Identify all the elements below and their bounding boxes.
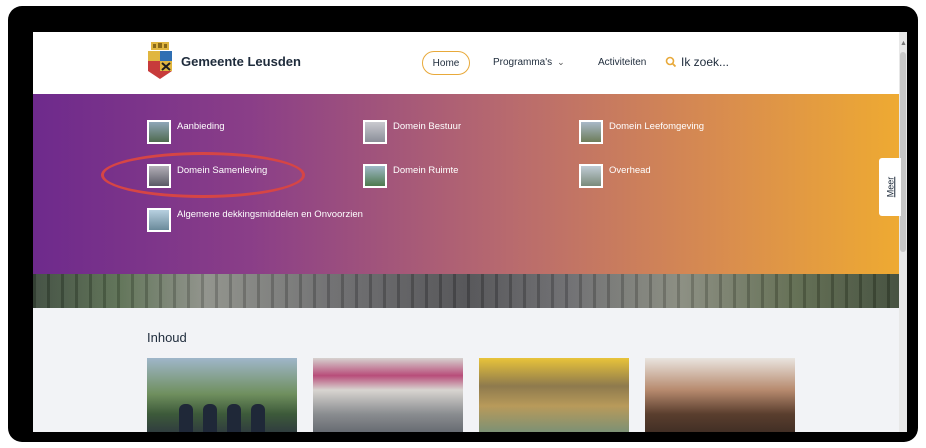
logo-link[interactable]: Gemeente Leusden bbox=[147, 42, 301, 80]
content-card-photo[interactable] bbox=[479, 358, 629, 432]
site-header: Gemeente Leusden Home Programma's ⌄ Activ… bbox=[33, 32, 907, 94]
thumbnail-image bbox=[363, 164, 387, 188]
menu-item-domein-bestuur[interactable]: Domein Bestuur bbox=[363, 120, 461, 144]
menu-item-label: Domein Bestuur bbox=[393, 121, 462, 132]
thumbnail-image bbox=[147, 120, 171, 144]
content-card-photo[interactable] bbox=[313, 358, 463, 432]
browser-viewport: Gemeente Leusden Home Programma's ⌄ Activ… bbox=[33, 32, 907, 432]
nav-programmas-label: Programma's bbox=[493, 57, 553, 68]
hero-photo-strip bbox=[33, 274, 899, 308]
person-figure bbox=[203, 404, 217, 432]
section-heading: Inhoud bbox=[147, 330, 187, 345]
nav-home-button[interactable]: Home bbox=[422, 51, 470, 75]
nav-programmas-menu[interactable]: Programma's ⌄ bbox=[493, 57, 565, 68]
menu-item-label: Overhead bbox=[609, 165, 651, 176]
nav-activiteiten-link[interactable]: Activiteiten bbox=[598, 57, 646, 68]
thumbnail-image bbox=[147, 208, 171, 232]
menu-item-domein-ruimte[interactable]: Domein Ruimte bbox=[363, 164, 458, 188]
coat-of-arms-icon bbox=[148, 42, 172, 79]
search-box[interactable] bbox=[665, 55, 771, 69]
content-card-photo[interactable] bbox=[147, 358, 297, 432]
screenshot-frame: Gemeente Leusden Home Programma's ⌄ Activ… bbox=[8, 6, 918, 442]
highlight-circle-annotation bbox=[101, 152, 305, 198]
meer-label: Meer bbox=[884, 176, 895, 198]
person-figure bbox=[179, 404, 193, 432]
chevron-down-icon: ⌄ bbox=[557, 57, 565, 67]
person-figure bbox=[227, 404, 241, 432]
menu-item-algemene-dekkingsmiddelen[interactable]: Algemene dekkingsmiddelen en Onvoorzien bbox=[147, 208, 363, 232]
search-input[interactable] bbox=[681, 55, 771, 69]
search-icon bbox=[665, 56, 677, 68]
scrollbar[interactable]: ▲ bbox=[899, 32, 907, 432]
thumbnail-image bbox=[579, 120, 603, 144]
thumbnail-image bbox=[579, 164, 603, 188]
menu-item-aanbieding[interactable]: Aanbieding bbox=[147, 120, 225, 144]
scroll-up-icon[interactable]: ▲ bbox=[900, 40, 907, 47]
scrollbar-thumb[interactable] bbox=[900, 52, 906, 252]
menu-item-label: Domein Ruimte bbox=[393, 165, 459, 176]
menu-item-label: Domein Leefomgeving bbox=[609, 121, 705, 132]
person-figure bbox=[251, 404, 265, 432]
program-menu-panel: Aanbieding Domein Bestuur Domein Leefomg… bbox=[33, 94, 901, 274]
menu-item-domein-leefomgeving[interactable]: Domein Leefomgeving bbox=[579, 120, 704, 144]
thumbnail-image bbox=[363, 120, 387, 144]
menu-item-overhead[interactable]: Overhead bbox=[579, 164, 651, 188]
menu-item-label: Aanbieding bbox=[177, 121, 225, 132]
meer-side-tab[interactable]: Meer bbox=[879, 158, 901, 216]
menu-item-label: Algemene dekkingsmiddelen en Onvoorzien bbox=[177, 209, 363, 220]
brand-name: Gemeente Leusden bbox=[181, 53, 301, 69]
content-card-photo[interactable] bbox=[645, 358, 795, 432]
